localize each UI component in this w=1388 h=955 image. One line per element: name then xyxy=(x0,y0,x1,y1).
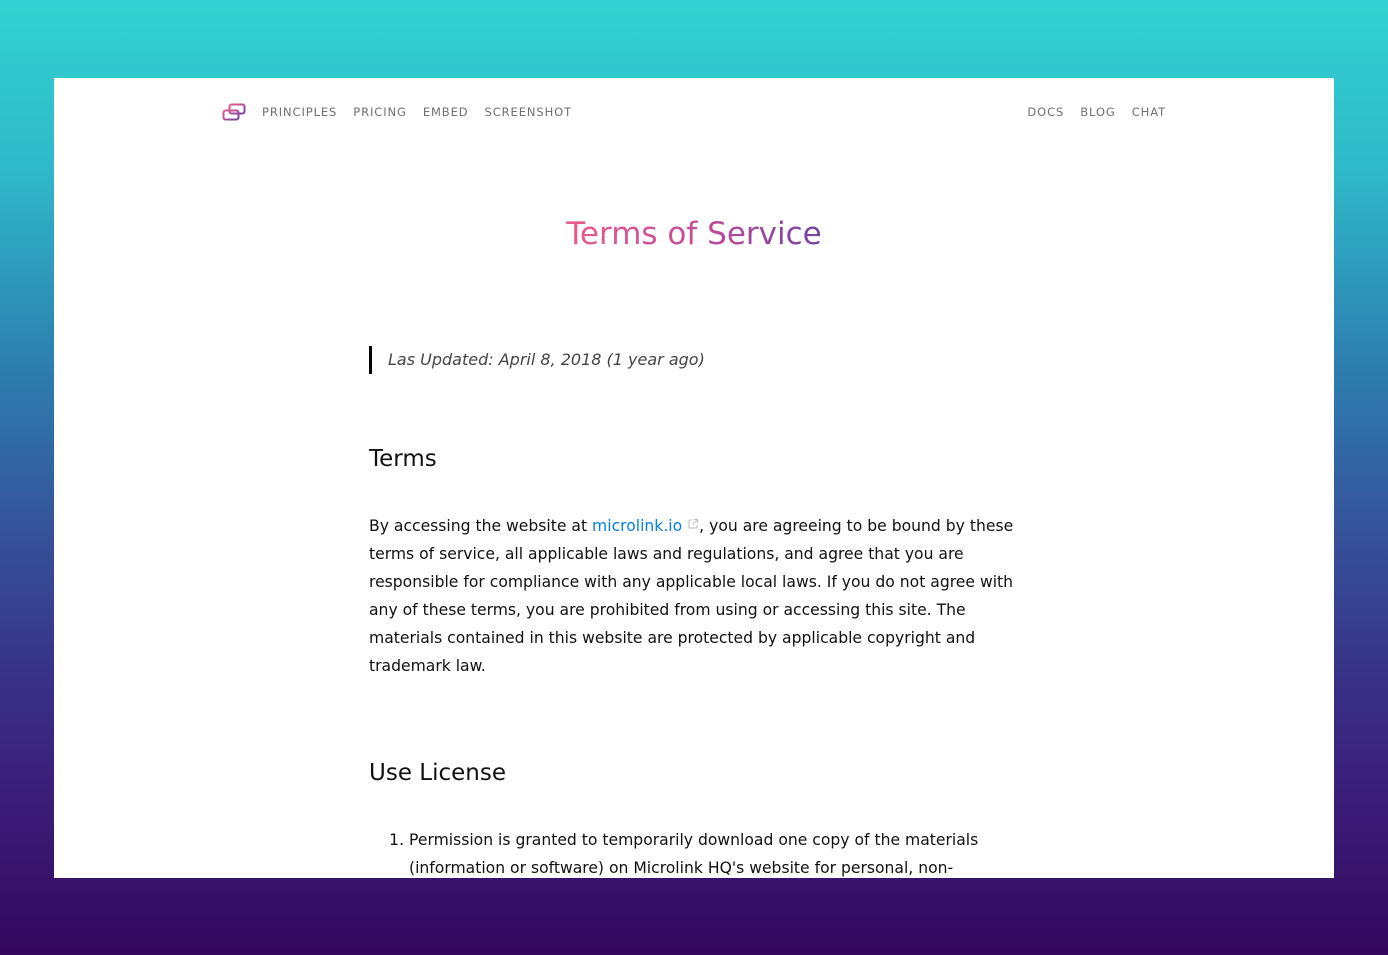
top-navigation: PRINCIPLES PRICING EMBED SCREENSHOT DOCS… xyxy=(222,102,1166,122)
page-title-text: Terms of Service xyxy=(566,216,822,252)
nav-link-chat[interactable]: CHAT xyxy=(1132,105,1166,119)
nav-link-docs[interactable]: DOCS xyxy=(1027,105,1064,119)
nav-link-pricing[interactable]: PRICING xyxy=(353,105,407,119)
nav-left-group: PRINCIPLES PRICING EMBED SCREENSHOT xyxy=(222,103,588,121)
terms-heading: Terms xyxy=(369,446,437,472)
microlink-link-text: microlink.io xyxy=(592,517,683,535)
nav-link-screenshot[interactable]: SCREENSHOT xyxy=(485,105,572,119)
use-license-heading: Use License xyxy=(369,760,506,786)
terms-content: Las Updated: April 8, 2018 (1 year ago) … xyxy=(369,346,1019,878)
nav-link-blog[interactable]: BLOG xyxy=(1080,105,1115,119)
list-item: Permission is granted to temporarily dow… xyxy=(409,826,1019,878)
nav-link-principles[interactable]: PRINCIPLES xyxy=(262,105,337,119)
nav-link-embed[interactable]: EMBED xyxy=(423,105,469,119)
terms-text-body: , you are agreeing to be bound by these … xyxy=(369,517,1014,675)
microlink-link[interactable]: microlink.io xyxy=(592,517,699,535)
nav-right-group: DOCS BLOG CHAT xyxy=(1011,105,1166,119)
page-title: Terms of Service xyxy=(54,216,1334,252)
terms-text-intro: By accessing the website at xyxy=(369,517,593,535)
use-license-list: Permission is granted to temporarily dow… xyxy=(369,826,1019,878)
browser-window: PRINCIPLES PRICING EMBED SCREENSHOT DOCS… xyxy=(54,78,1334,878)
last-updated-note: Las Updated: April 8, 2018 (1 year ago) xyxy=(369,346,1019,374)
external-link-icon xyxy=(688,519,699,529)
terms-paragraph: By accessing the website at microlink.io… xyxy=(369,512,1019,680)
microlink-logo-icon[interactable] xyxy=(222,103,246,121)
